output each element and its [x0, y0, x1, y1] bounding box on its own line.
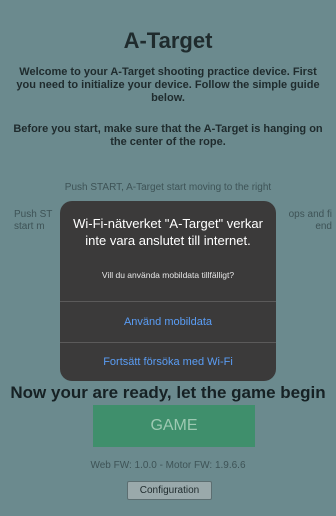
firmware-version-text: Web FW: 1.0.0 - Motor FW: 1.9.6.6	[90, 460, 246, 471]
use-mobile-data-button[interactable]: Använd mobildata	[60, 302, 276, 342]
before-start-text: Before you start, make sure that the A-T…	[13, 123, 323, 148]
game-button[interactable]: GAME	[93, 405, 255, 447]
configuration-button[interactable]: Configuration	[127, 481, 212, 500]
step-start-text: Push START, A-Target start moving to the…	[64, 182, 272, 193]
page-title: A-Target	[123, 28, 213, 53]
intro-text: Welcome to your A-Target shooting practi…	[16, 66, 320, 104]
wifi-alert-dialog: Wi-Fi-nätverket "A-Target" verkar inte v…	[60, 201, 276, 381]
step-two-right-text: ops and fi end	[288, 209, 332, 232]
ready-heading: Now your are ready, let the game begin	[10, 383, 326, 402]
dialog-title: Wi-Fi-nätverket "A-Target" verkar inte v…	[73, 216, 263, 248]
keep-wifi-button[interactable]: Fortsätt försöka med Wi-Fi	[60, 343, 276, 381]
dialog-message: Vill du använda mobildata tillfälligt?	[101, 270, 235, 280]
